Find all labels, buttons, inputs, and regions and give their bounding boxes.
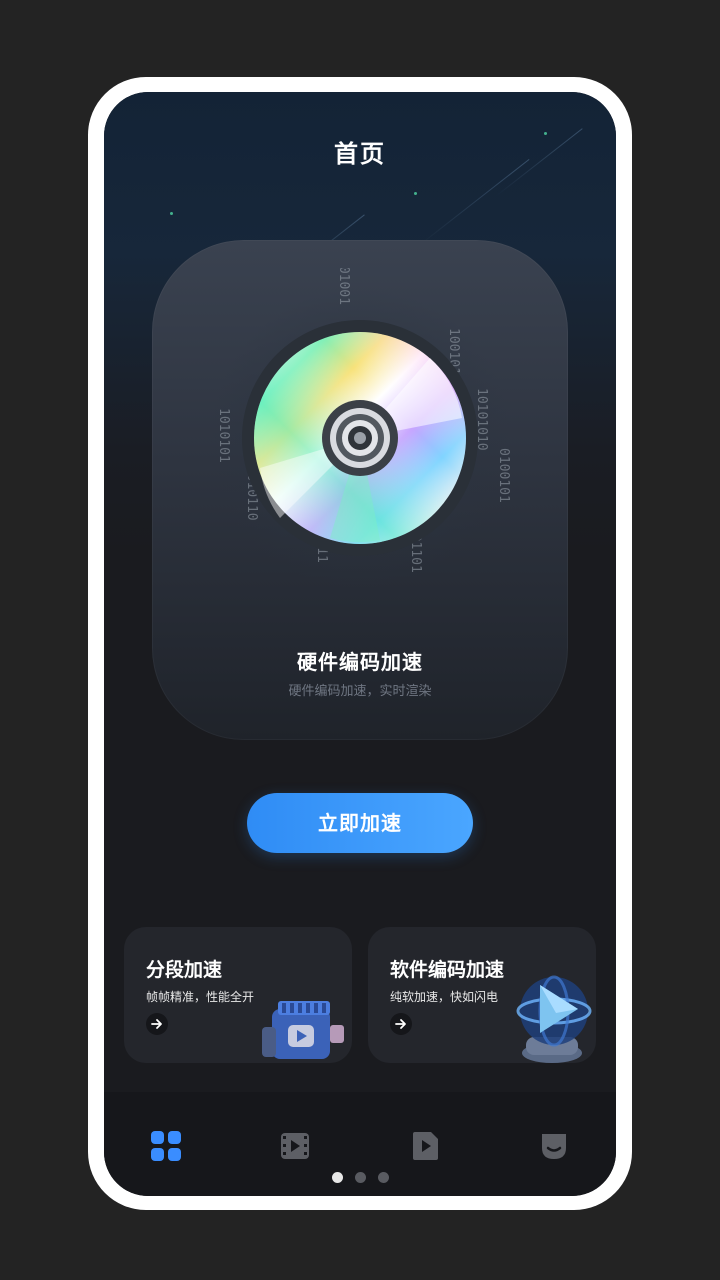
software-encode-card[interactable]: 软件编码加速 纯软加速，快如闪电 [368,927,596,1063]
page-dot[interactable] [354,1172,366,1183]
home-grid-icon [151,1131,181,1161]
profile-icon [542,1134,566,1159]
film-icon [281,1133,309,1159]
svg-text:101001: 101001 [336,268,351,305]
tab-profile[interactable] [536,1128,572,1164]
svg-text:1010101: 1010101 [216,408,231,463]
page-indicator [104,1168,616,1187]
segment-accelerate-card[interactable]: 分段加速 帧帧精准，性能全开 [124,927,352,1063]
card-title: 软件编码加速 [390,959,505,981]
arrow-right-icon[interactable] [390,1013,412,1035]
card-title: 分段加速 [146,959,223,981]
disc-illustration: 1010101 10010110 0101001 1001011 1010101… [210,268,511,588]
hero-title: 硬件编码加速 [297,650,423,674]
hero-subtitle: 硬件编码加速，实时渲染 [288,684,432,699]
page-dot[interactable] [377,1172,389,1183]
svg-text:0100101: 0100101 [496,448,511,503]
tab-video-file[interactable] [407,1128,443,1164]
play-globe-icon [516,975,592,1063]
accelerate-now-button[interactable]: 立即加速 [247,793,473,853]
tab-film[interactable] [277,1128,313,1164]
video-file-icon [413,1132,438,1160]
card-subtitle: 纯软加速，快如闪电 [390,990,499,1004]
page-dot[interactable] [331,1172,343,1183]
hero-card: 1010101 10010110 0101001 1001011 1010101… [152,240,568,740]
card-subtitle: 帧帧精准，性能全开 [146,990,255,1004]
arrow-right-icon[interactable] [146,1013,168,1035]
video-camera-icon [262,1001,344,1059]
app-screen: 首页 1010101 10010110 1001011 10101010 010… [104,92,616,1196]
tab-home[interactable] [148,1128,184,1164]
page-title: 首页 [334,140,386,168]
